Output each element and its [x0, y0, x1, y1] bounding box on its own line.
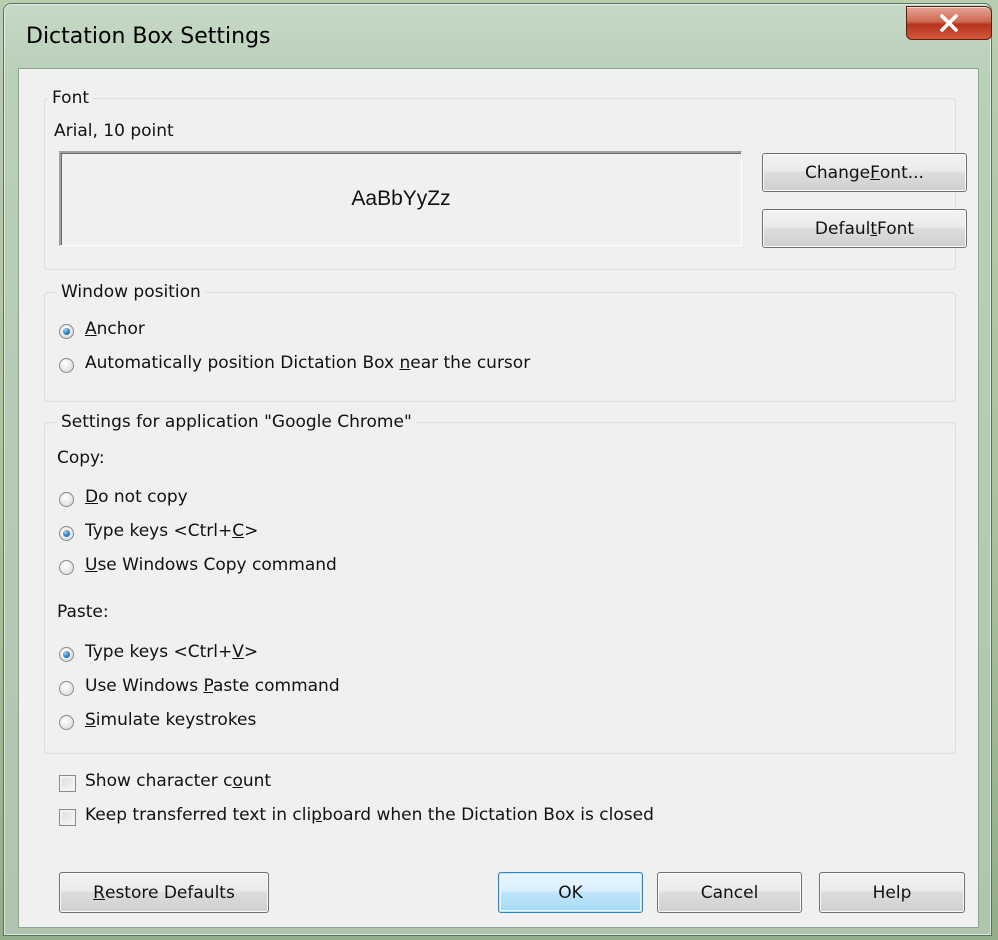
- restore-defaults-button[interactable]: Restore Defaults: [59, 872, 269, 913]
- radio-button[interactable]: [59, 324, 74, 339]
- help-label: Help: [872, 882, 912, 903]
- checkbox[interactable]: [59, 809, 76, 826]
- radio-selected-dot: [63, 328, 70, 335]
- default-font-label-rest: Font: [877, 218, 915, 239]
- app-settings-group: [44, 422, 956, 754]
- radio-button[interactable]: [59, 647, 74, 662]
- close-icon: [940, 14, 958, 32]
- radio-selected-dot: [63, 651, 70, 658]
- close-button[interactable]: [906, 6, 992, 40]
- radio-button[interactable]: [59, 526, 74, 541]
- font-group-legend: Font: [48, 88, 94, 108]
- app-settings-legend: Settings for application "Google Chrome": [57, 412, 416, 432]
- window-position-legend: Window position: [57, 282, 205, 302]
- radio-button[interactable]: [59, 492, 74, 507]
- default-font-accesskey: t: [870, 218, 878, 239]
- paste-label: Paste:: [57, 602, 109, 622]
- radio-label: Automatically position Dictation Box nea…: [85, 353, 531, 373]
- restore-label: estore Defaults: [104, 882, 235, 903]
- radio-button[interactable]: [59, 560, 74, 575]
- radio-label: Type keys <Ctrl+C>: [85, 521, 259, 541]
- cancel-label: Cancel: [700, 882, 759, 903]
- radio-label: Use Windows Paste command: [85, 676, 340, 696]
- radio-label: Anchor: [85, 319, 145, 339]
- radio-button[interactable]: [59, 358, 74, 373]
- default-font-label: Defaul: [814, 218, 871, 239]
- font-description: Arial, 10 point: [54, 121, 174, 141]
- help-button[interactable]: Help: [819, 872, 965, 913]
- default-font-button[interactable]: Defaul t Font: [762, 209, 967, 248]
- radio-label: Simulate keystrokes: [85, 710, 257, 730]
- change-font-label: Change: [805, 162, 871, 183]
- radio-label: Use Windows Copy command: [85, 555, 337, 575]
- change-font-button[interactable]: Change Font...: [762, 153, 967, 192]
- change-font-label-rest: ont...: [879, 162, 924, 183]
- dialog-client-area: Font Arial, 10 point AaBbYyZz Change Fon…: [18, 68, 979, 928]
- cancel-button[interactable]: Cancel: [657, 872, 802, 913]
- font-sample-text: AaBbYyZz: [351, 187, 451, 210]
- checkbox[interactable]: [59, 775, 76, 792]
- font-sample-box: AaBbYyZz: [59, 151, 742, 246]
- radio-label: Type keys <Ctrl+V>: [85, 642, 259, 662]
- radio-button[interactable]: [59, 715, 74, 730]
- restore-accesskey: R: [93, 882, 105, 903]
- checkbox-label: Show character count: [85, 771, 272, 791]
- window-position-group: [44, 292, 956, 402]
- change-font-accesskey: F: [870, 162, 880, 183]
- copy-label: Copy:: [57, 448, 105, 468]
- ok-button[interactable]: OK: [498, 872, 643, 913]
- ok-label: OK: [558, 882, 583, 903]
- radio-button[interactable]: [59, 681, 74, 696]
- dialog-window: Dictation Box Settings Font Arial, 10 po…: [3, 3, 992, 936]
- radio-label: Do not copy: [85, 487, 188, 507]
- radio-selected-dot: [63, 530, 70, 537]
- checkbox-label: Keep transferred text in clipboard when …: [85, 805, 654, 825]
- window-title: Dictation Box Settings: [26, 24, 271, 49]
